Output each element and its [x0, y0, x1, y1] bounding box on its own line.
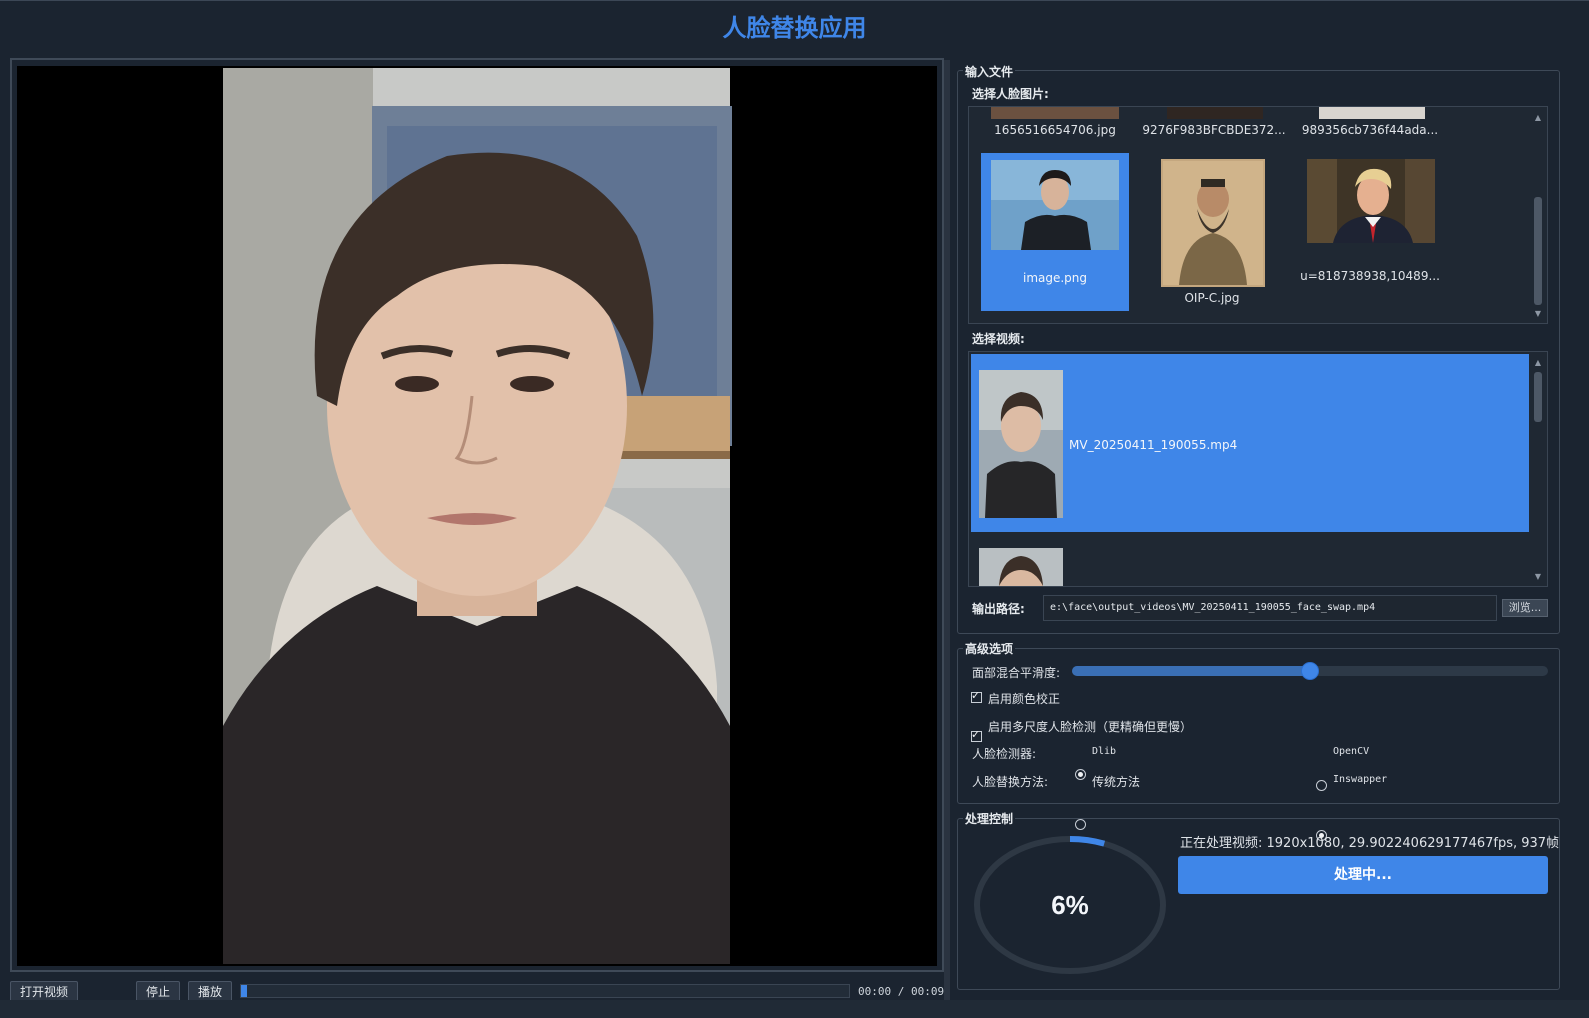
video-select-label: 选择视频:	[972, 332, 1025, 346]
detector-label: 人脸检测器:	[972, 747, 1037, 761]
video-thumb-1	[979, 370, 1063, 518]
scroll-up-icon[interactable]: ▲	[1532, 358, 1544, 367]
top-border	[0, 0, 1589, 1]
scroll-down-icon[interactable]: ▼	[1532, 572, 1544, 581]
detector-dlib-radio[interactable]	[1075, 769, 1086, 780]
face-caption-4: image.png	[1022, 271, 1088, 285]
color-correction-label: 启用颜色校正	[988, 692, 1061, 706]
face-thumb-2[interactable]	[1167, 107, 1263, 119]
progress-percent-text: 6%	[1051, 890, 1089, 920]
check-icon: ✓	[971, 689, 981, 702]
face-caption-5: OIP-C.jpg	[1184, 291, 1240, 305]
panel-splitter[interactable]	[944, 60, 950, 1000]
browse-button[interactable]: 浏览...	[1502, 599, 1548, 617]
face-item-selected[interactable]: image.png	[981, 153, 1129, 311]
face-caption-6: u=818738938,10489...	[1300, 269, 1440, 283]
face-thumb-4	[991, 160, 1119, 250]
app-title: 人脸替换应用	[722, 13, 867, 42]
seek-bar-fill	[241, 985, 248, 997]
multiscale-detection-checkbox[interactable]: ✓	[971, 728, 982, 742]
face-thumb-6[interactable]	[1307, 159, 1435, 243]
face-thumb-3[interactable]	[1319, 107, 1425, 119]
process-control-title: 处理控制	[963, 810, 1016, 827]
video-item-selected[interactable]: MV_20250411_190055.mp4	[971, 354, 1529, 532]
radio-dot-icon	[1078, 772, 1083, 777]
time-display: 00:00 / 00:09	[858, 985, 945, 998]
process-button[interactable]: 处理中...	[1178, 856, 1548, 894]
output-path-input[interactable]: e:\face\output_videos\MV_20250411_190055…	[1043, 595, 1497, 621]
check-icon: ✓	[971, 728, 981, 741]
blend-slider-handle[interactable]	[1301, 662, 1319, 680]
progress-ring-arc	[1069, 836, 1106, 847]
detector-opencv-radio[interactable]	[1316, 780, 1327, 791]
detector-dlib-label: Dlib	[1092, 746, 1117, 757]
video-list-scrollbar[interactable]: ▲ ▼	[1531, 356, 1545, 584]
progress-ring: 6%	[974, 836, 1166, 974]
blend-slider-fill	[1072, 666, 1310, 676]
face-caption-1: 1656516654706.jpg	[994, 123, 1116, 137]
face-list-scrollbar[interactable]: ▲ ▼	[1531, 111, 1545, 321]
blend-smoothness-label: 面部混合平滑度:	[972, 666, 1061, 680]
scroll-down-icon[interactable]: ▼	[1532, 309, 1544, 318]
swap-traditional-label: 传统方法	[1092, 775, 1141, 789]
taskbar-strip	[0, 1000, 1589, 1018]
face-image-list[interactable]: 1656516654706.jpg 9276F983BFCBDE372... 9…	[968, 106, 1548, 324]
processing-status-text: 正在处理视频: 1920x1080, 29.902240629177467fps…	[1180, 836, 1560, 851]
face-thumb-1[interactable]	[991, 107, 1119, 119]
detector-opencv-label: OpenCV	[1333, 746, 1370, 757]
scroll-up-icon[interactable]: ▲	[1532, 113, 1544, 122]
video-thumb-2[interactable]	[979, 548, 1063, 586]
video-caption-1: MV_20250411_190055.mp4	[1069, 438, 1238, 452]
multiscale-detection-label: 启用多尺度人脸检测（更精确但更慢）	[988, 720, 1193, 734]
seek-bar[interactable]	[240, 984, 850, 998]
face-caption-2: 9276F983BFCBDE372...	[1142, 123, 1286, 137]
swap-inswapper-label: Inswapper	[1333, 774, 1388, 785]
advanced-options-title: 高级选项	[963, 640, 1016, 657]
color-correction-checkbox[interactable]: ✓	[971, 689, 982, 703]
video-list-scroll-thumb[interactable]	[1534, 372, 1542, 422]
output-path-label: 输出路径:	[972, 602, 1025, 616]
video-preview	[17, 66, 937, 966]
swap-method-label: 人脸替换方法:	[972, 775, 1049, 789]
face-thumb-5[interactable]	[1161, 159, 1265, 287]
face-image-label: 选择人脸图片:	[972, 87, 1049, 101]
video-frame-image	[223, 68, 732, 964]
input-files-title: 输入文件	[963, 63, 1016, 80]
video-list[interactable]: MV_20250411_190055.mp4 ▲ ▼	[968, 351, 1548, 587]
face-list-scroll-thumb[interactable]	[1534, 197, 1542, 305]
face-caption-3: 989356cb736f44ada...	[1301, 123, 1439, 137]
